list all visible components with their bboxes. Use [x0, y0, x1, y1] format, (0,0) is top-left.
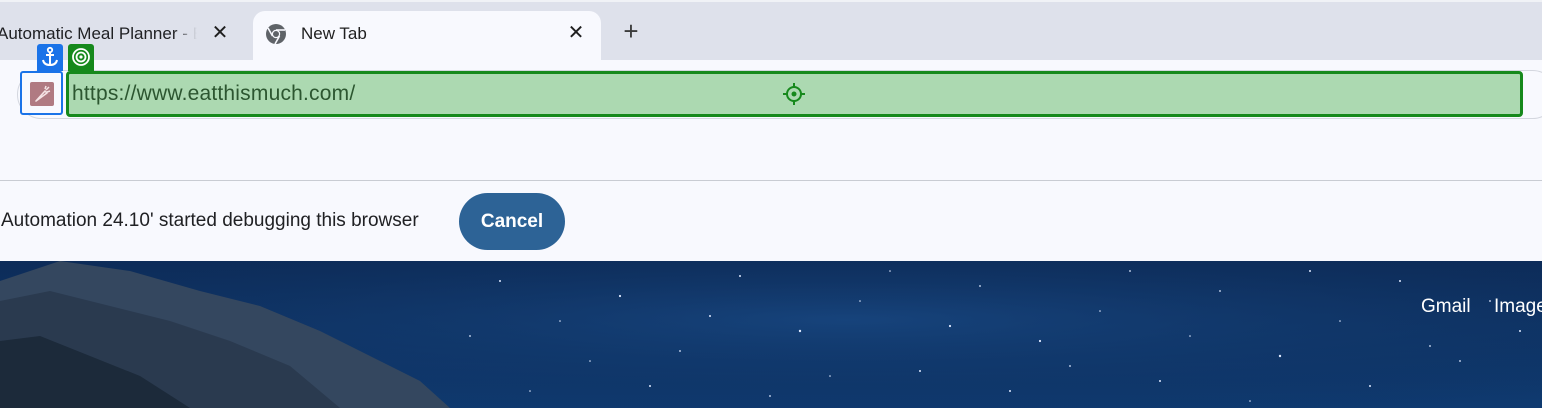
new-tab-button[interactable]: +: [618, 18, 644, 45]
url-text[interactable]: https://www.eatthismuch.com/: [72, 82, 355, 106]
night-sky-image: [0, 261, 1542, 408]
close-icon[interactable]: ✕: [564, 21, 588, 45]
tab-strip: Automatic Meal Planner - Eat This Much ✕…: [0, 0, 1542, 62]
tab-title: New Tab: [301, 24, 367, 43]
tab-new-tab[interactable]: New Tab ✕: [253, 11, 601, 62]
target-icon: [68, 44, 94, 71]
crosshair-icon: [783, 83, 805, 105]
debugging-infobar-message: Automation 24.10' started debugging this…: [1, 210, 419, 231]
chrome-icon: [266, 24, 286, 45]
toolbar-divider: [0, 180, 1542, 181]
tab-title: Automatic Meal Planner - Eat This Much: [0, 24, 197, 44]
close-icon[interactable]: ✕: [208, 21, 232, 45]
images-link[interactable]: Images: [1494, 296, 1542, 318]
anchor-icon: [37, 44, 63, 71]
gmail-link[interactable]: Gmail: [1421, 296, 1471, 318]
cancel-button[interactable]: Cancel: [459, 193, 565, 250]
new-tab-page-background: Gmail Images: [0, 261, 1542, 408]
site-info-button[interactable]: [20, 71, 63, 115]
carrot-icon: [30, 82, 54, 106]
